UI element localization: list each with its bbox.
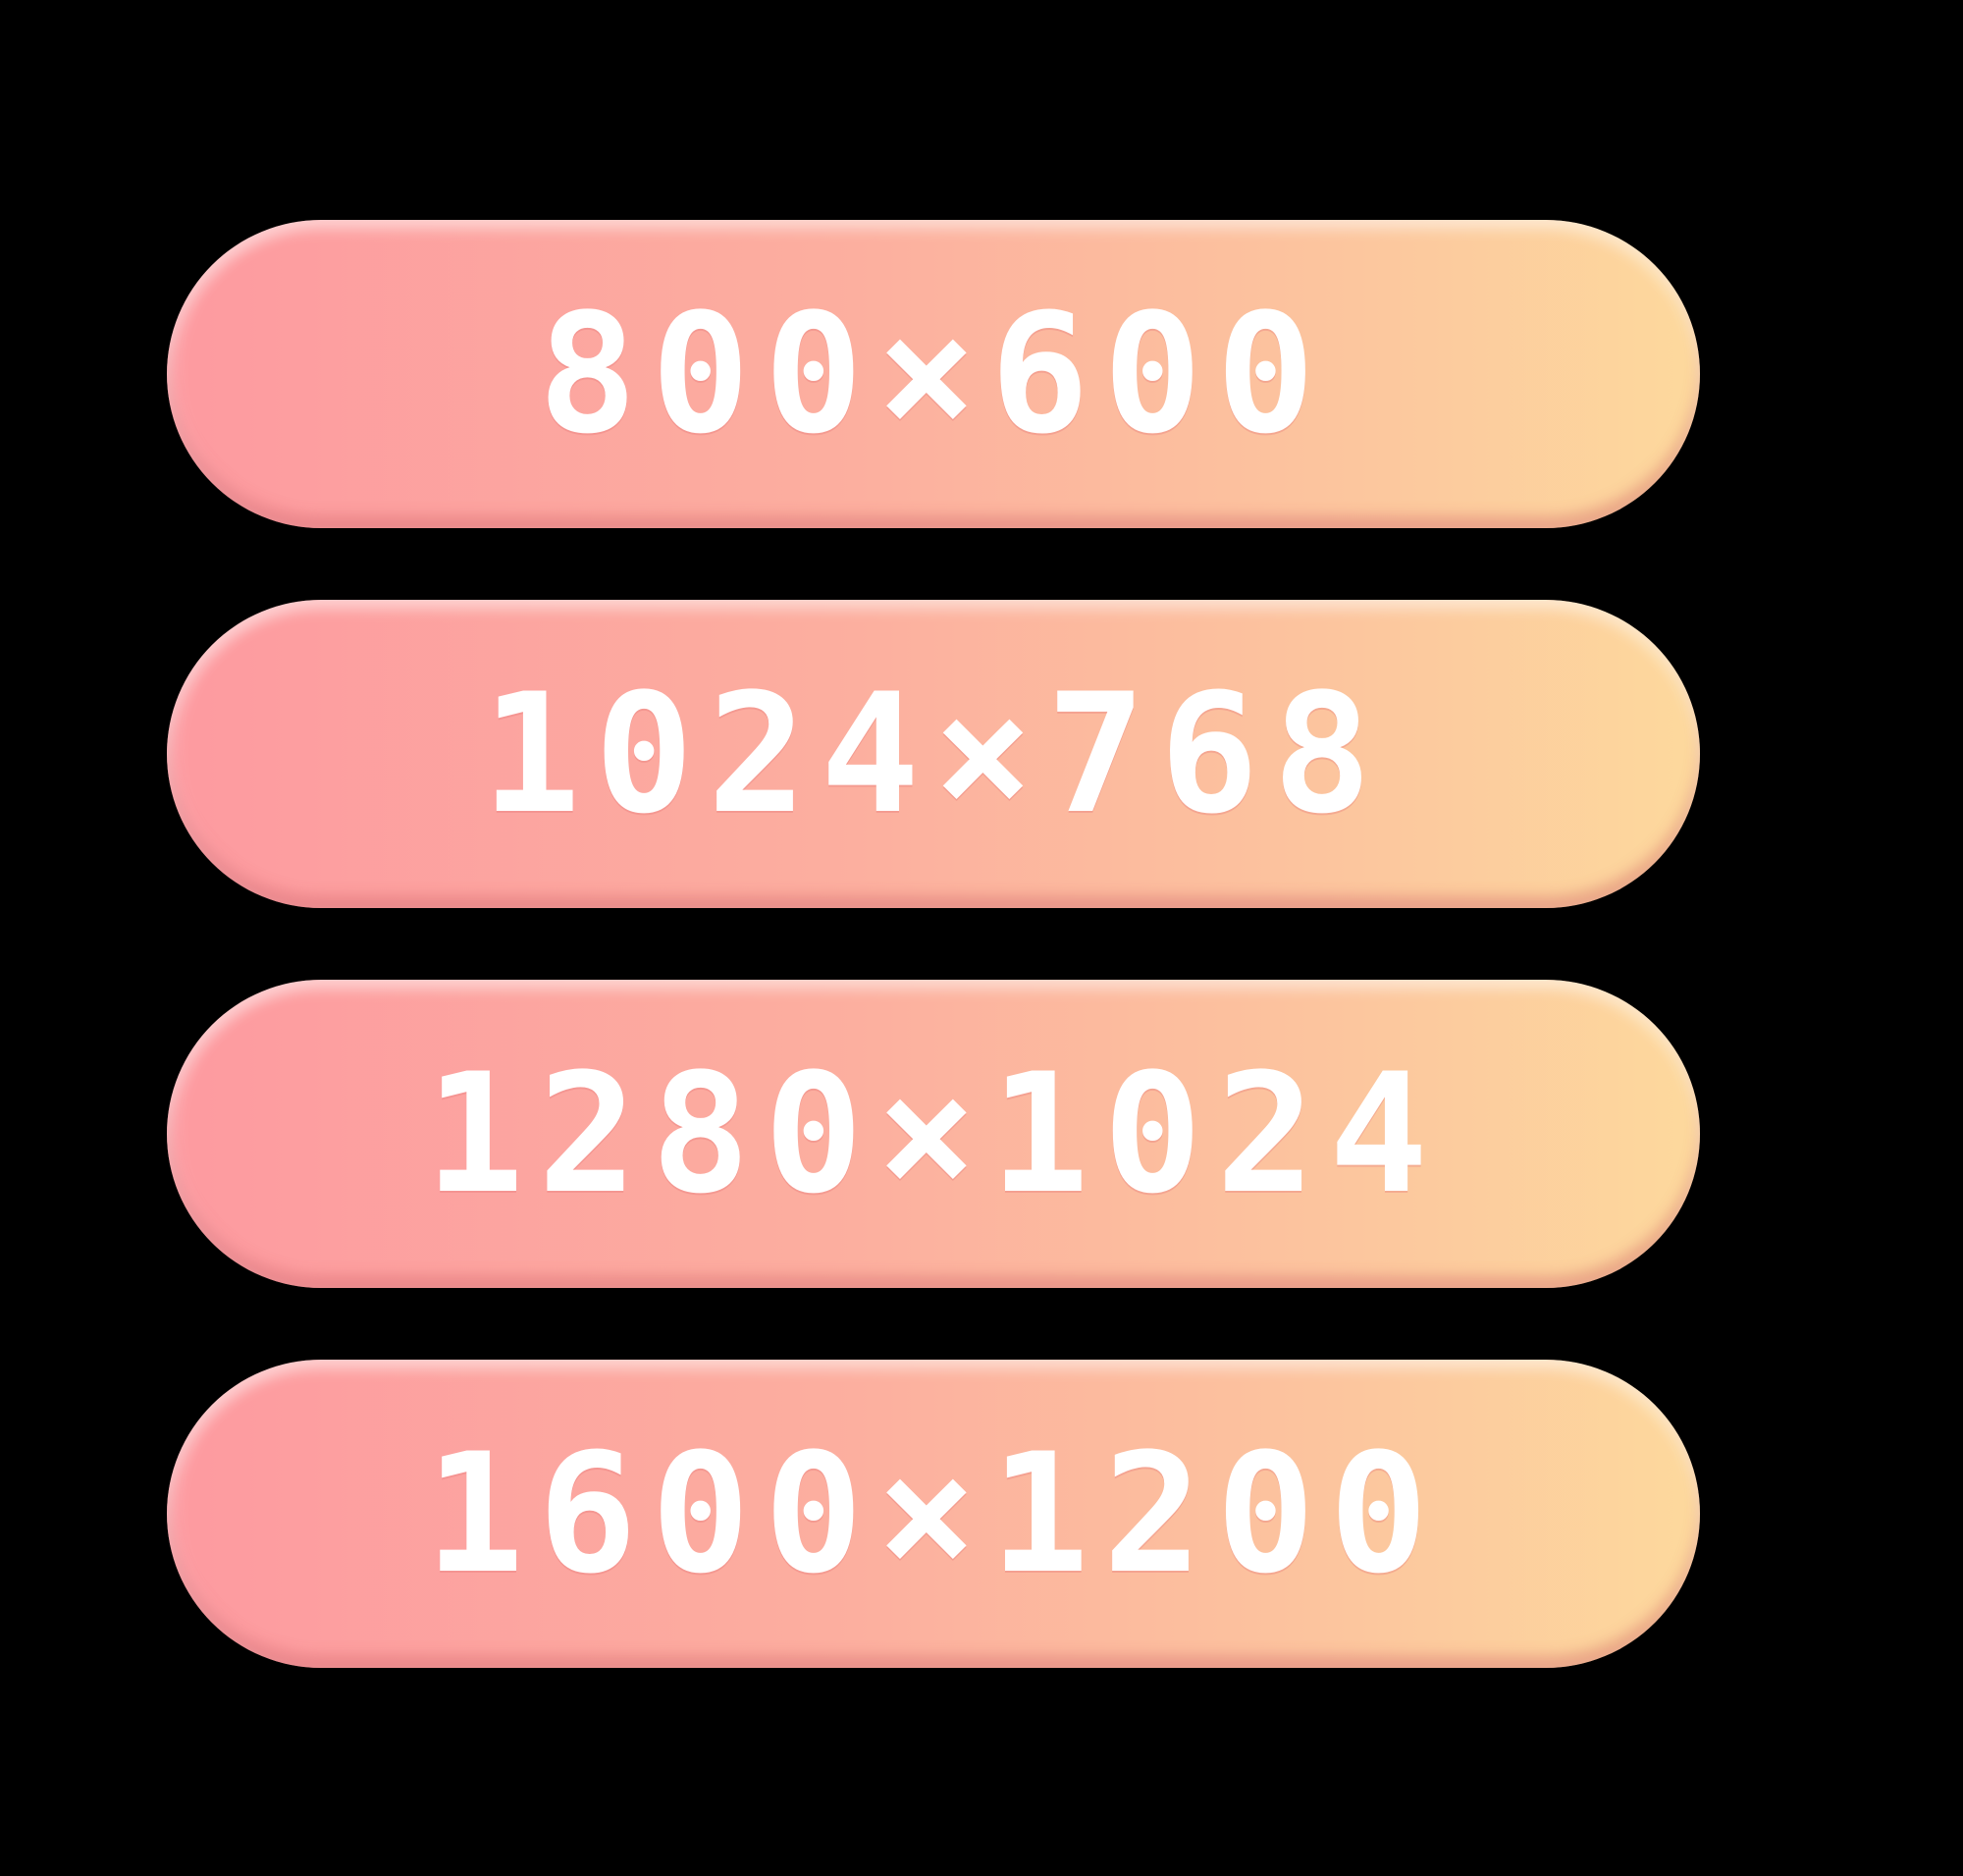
resolution-1280x1024-button[interactable]: 1280×1024 bbox=[167, 980, 1700, 1288]
resolution-label: 800×600 bbox=[537, 278, 1329, 470]
screen: { "resolution_menu": { "options": [ { "l… bbox=[0, 0, 1963, 1876]
resolution-1600x1200-button[interactable]: 1600×1200 bbox=[167, 1360, 1700, 1668]
resolution-menu: 800×600 1024×768 1280×1024 1600×1200 bbox=[167, 220, 1700, 1668]
resolution-1024x768-button[interactable]: 1024×768 bbox=[167, 600, 1700, 908]
resolution-800x600-button[interactable]: 800×600 bbox=[167, 220, 1700, 528]
resolution-label: 1280×1024 bbox=[424, 1038, 1443, 1230]
resolution-label: 1600×1200 bbox=[424, 1418, 1443, 1610]
resolution-label: 1024×768 bbox=[481, 658, 1386, 850]
